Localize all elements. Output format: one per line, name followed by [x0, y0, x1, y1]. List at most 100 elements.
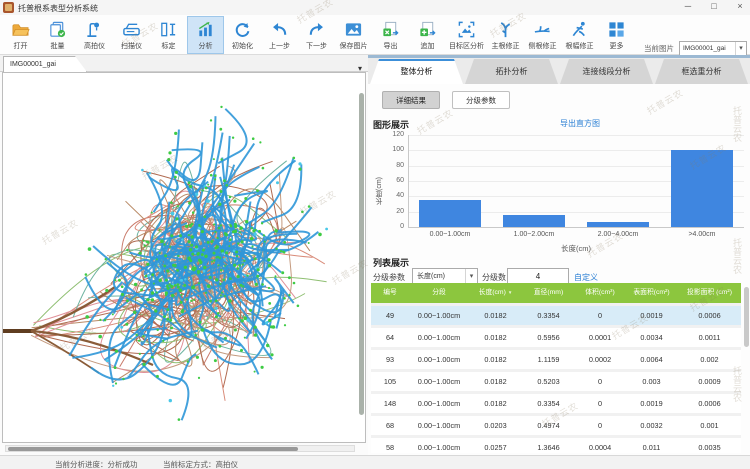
- toolbar-button-open[interactable]: 打开: [2, 16, 39, 54]
- subbutton-grade-param[interactable]: 分级参数: [452, 91, 510, 109]
- root-node-dot: [105, 258, 107, 260]
- subbutton-detail-result[interactable]: 详细结果: [382, 91, 440, 109]
- document-tab[interactable]: IMG00001_gai: [3, 56, 87, 72]
- root-node-dot: [281, 271, 284, 274]
- table-row[interactable]: 490.00~1.00cm0.01820.335400.00190.0006: [371, 306, 741, 325]
- root-node-dot: [213, 252, 216, 255]
- toolbar-button-more[interactable]: 更多: [598, 16, 635, 54]
- table-row[interactable]: 930.00~1.00cm0.01821.11590.00020.00640.0…: [371, 350, 741, 369]
- horizontal-scrollbar[interactable]: [5, 445, 355, 452]
- table-cell: 0.0019: [625, 394, 678, 413]
- root-node-dot: [183, 284, 186, 287]
- root-node-dot: [244, 337, 246, 339]
- current-image-group: 当前图片 IMG00001_gai: [644, 41, 747, 56]
- root-node-dot: [268, 287, 270, 289]
- close-icon[interactable]: ×: [734, 1, 746, 11]
- root-node-dot: [218, 227, 221, 230]
- table-row[interactable]: 1050.00~1.00cm0.01820.520300.0030.0009: [371, 372, 741, 391]
- toolbar-button-main-root-fix[interactable]: 主根修正: [487, 16, 524, 54]
- toolbar-button-initialize[interactable]: 初始化: [224, 16, 261, 54]
- root-node-dot: [200, 261, 203, 264]
- root-node-dot: [99, 319, 101, 321]
- save-image-icon: [344, 19, 363, 40]
- analysis-tabs: 整体分析拓扑分析连接线段分析框选重分析: [370, 59, 748, 84]
- root-node-dot: [170, 201, 173, 204]
- toolbar-button-save-image[interactable]: 保存图片: [335, 16, 372, 54]
- root-node-dot: [325, 228, 328, 231]
- root-node-dot: [229, 277, 232, 280]
- table-row[interactable]: 1480.00~1.00cm0.01820.335400.00190.0006: [371, 394, 741, 413]
- export-histogram-link[interactable]: 导出直方图: [520, 118, 640, 129]
- tab-segments[interactable]: 连接线段分析: [560, 59, 653, 84]
- maximize-icon[interactable]: □: [708, 1, 720, 11]
- toolbar-button-scanner[interactable]: 扫描仪: [113, 16, 150, 54]
- root-node-dot: [163, 315, 166, 318]
- toolbar-button-batch[interactable]: 批量: [39, 16, 76, 54]
- root-node-dot: [157, 329, 159, 331]
- table-row[interactable]: 580.00~1.00cm0.02571.36460.00040.0110.00…: [371, 438, 741, 453]
- root-node-dot: [206, 199, 210, 203]
- refresh-icon: [233, 19, 252, 40]
- root-node-dot: [224, 337, 227, 340]
- root-node-dot: [188, 234, 190, 236]
- toolbar-button-prev-step[interactable]: 上一步: [261, 16, 298, 54]
- toolbar-button-doc-camera[interactable]: 高拍仪: [76, 16, 113, 54]
- tab-box-reanalysis[interactable]: 框选重分析: [655, 59, 748, 84]
- toolbar-button-label: 保存图片: [340, 41, 368, 51]
- root-node-dot: [174, 284, 177, 287]
- toolbar-button-append[interactable]: 追加: [409, 16, 446, 54]
- table-scrollbar-thumb[interactable]: [744, 287, 749, 347]
- root-node-dot: [151, 291, 154, 294]
- table-cell: 0: [575, 306, 625, 325]
- custom-link[interactable]: 自定义: [574, 272, 598, 283]
- toolbar-button-lateral-root-fix[interactable]: 侧根修正: [524, 16, 561, 54]
- select-caret-icon[interactable]: [465, 269, 477, 284]
- column-header[interactable]: 长度(cm): [469, 283, 522, 303]
- table-row[interactable]: 640.00~1.00cm0.01820.59560.00010.00340.0…: [371, 328, 741, 347]
- tab-overall[interactable]: 整体分析: [370, 59, 463, 84]
- root-node-dot: [203, 266, 206, 269]
- root-node-dot: [151, 212, 153, 214]
- table-cell: 0: [575, 372, 625, 391]
- batch-icon: [48, 19, 67, 40]
- table-row[interactable]: 680.00~1.00cm0.02030.497400.00320.001: [371, 416, 741, 435]
- root-node-dot: [236, 255, 238, 257]
- root-node-dot: [211, 261, 213, 263]
- root-node-dot: [201, 230, 204, 233]
- more-grid-icon: [607, 19, 626, 40]
- dropdown-caret-icon[interactable]: [735, 42, 746, 55]
- minimize-icon[interactable]: ─: [682, 1, 694, 11]
- tab-topology[interactable]: 拓扑分析: [465, 59, 558, 84]
- root-node-dot: [120, 326, 123, 329]
- root-node-dot: [194, 252, 196, 254]
- table-cell: 0: [575, 394, 625, 413]
- toolbar-button-calibrate[interactable]: 标定: [150, 16, 187, 54]
- root-node-dot: [261, 283, 264, 286]
- current-image-dropdown[interactable]: IMG00001_gai: [679, 41, 747, 56]
- toolbar-button-label: 下一步: [306, 41, 327, 51]
- toolbar-button-target-area[interactable]: 目标区分析: [446, 16, 487, 54]
- root-image-canvas[interactable]: [2, 72, 366, 443]
- horizontal-scrollbar-thumb[interactable]: [8, 447, 298, 451]
- root-node-dot: [209, 276, 212, 279]
- root-node-dot: [265, 321, 268, 324]
- root-node-dot: [156, 291, 158, 293]
- root-node-dot: [240, 349, 243, 352]
- toolbar-button-root-width-fix[interactable]: 根幅修正: [561, 16, 598, 54]
- root-node-dot: [241, 319, 244, 322]
- toolbar-button-export[interactable]: 导出: [372, 16, 409, 54]
- vertical-scrollbar-thumb[interactable]: [359, 93, 364, 415]
- root-node-dot: [170, 327, 173, 330]
- root-node-dot: [223, 179, 226, 182]
- root-node-dot: [215, 278, 218, 281]
- root-node-dot: [225, 233, 228, 236]
- root-node-dot: [188, 181, 191, 184]
- doc-camera-icon: [85, 19, 104, 40]
- table-cell: 1.1159: [522, 350, 575, 369]
- root-node-dot: [121, 293, 124, 296]
- table-cell: 58: [371, 438, 409, 453]
- table-cell: 0.0257: [469, 438, 522, 453]
- toolbar-button-label: 扫描仪: [121, 41, 142, 51]
- toolbar-button-analyze[interactable]: 分析: [187, 16, 224, 54]
- toolbar-button-next-step[interactable]: 下一步: [298, 16, 335, 54]
